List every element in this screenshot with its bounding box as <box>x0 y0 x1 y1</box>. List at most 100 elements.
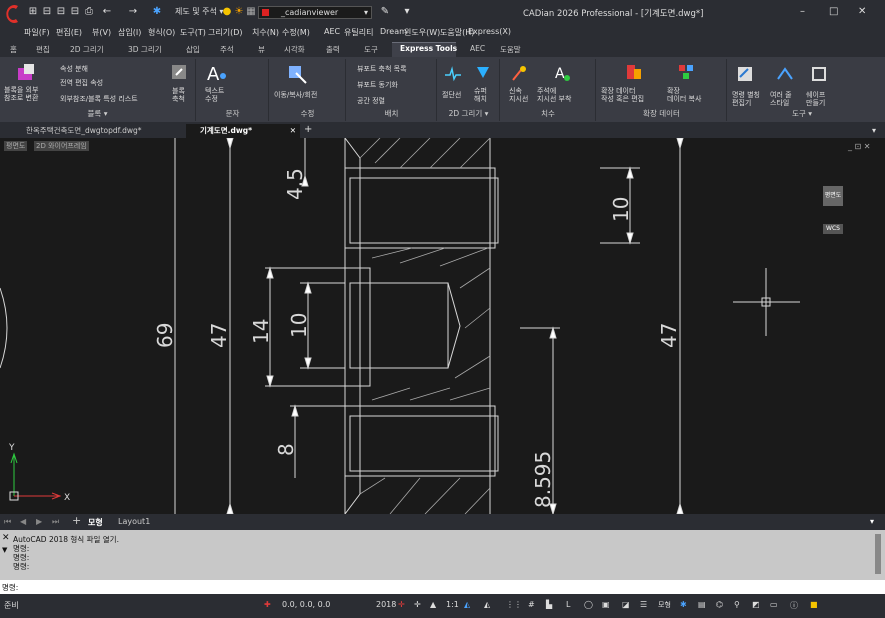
ribbon-tab[interactable]: 2D 그리기 <box>70 44 104 55</box>
ribbon-tab[interactable]: 출력 <box>326 44 340 55</box>
annotation-icon[interactable]: ▲ <box>430 600 436 609</box>
menu-item[interactable]: 윈도우(W) <box>404 27 440 38</box>
first-layout-icon[interactable]: ⏮ <box>4 517 11 527</box>
tab-menu-icon[interactable]: ▾ <box>872 126 876 135</box>
xdata-edit-icon[interactable] <box>625 63 643 81</box>
viewport-sync-button[interactable]: 뷰포트 동기화 <box>357 81 398 89</box>
xdata-edit-button[interactable]: 확장 데이터 작성 혹은 편집 <box>601 87 644 103</box>
redo-icon[interactable]: → <box>128 6 138 17</box>
osnap-icon[interactable]: ▣ <box>602 600 610 609</box>
quick-leader-icon[interactable] <box>511 64 529 82</box>
viewcube-wcs[interactable]: WCS <box>823 224 843 234</box>
sun-icon[interactable]: ☀ <box>234 6 244 17</box>
layer-dropdown[interactable]: _cadianviewer ▾ <box>258 6 372 19</box>
block-scale-button[interactable]: 블록 축척 <box>172 87 185 103</box>
properties-icon[interactable]: ✎ <box>380 6 390 17</box>
menu-item[interactable]: 편집(E) <box>56 27 82 38</box>
close-tab-icon[interactable]: ✕ <box>290 124 296 138</box>
format-year[interactable]: 2018 <box>376 600 396 609</box>
coords-readout[interactable]: 0.0, 0.0, 0.0 <box>282 600 330 609</box>
close-cmd-icon[interactable]: ✕ <box>2 533 10 543</box>
menu-item[interactable]: 그리기(D) <box>208 27 242 38</box>
attach-xref-button[interactable]: 블록을 외부 참조로 변환 <box>4 86 38 102</box>
attach-leader-button[interactable]: 주석에 지시선 부착 <box>537 87 571 103</box>
new-icon[interactable]: ⊞ <box>28 6 38 17</box>
snap-icon[interactable]: ✛ <box>398 600 405 609</box>
undo-icon[interactable]: ← <box>102 6 112 17</box>
multiline-style-button[interactable]: 여러 줄 스타일 <box>770 91 792 107</box>
close-button[interactable]: ✕ <box>858 6 866 17</box>
last-layout-icon[interactable]: ⏭ <box>52 517 59 527</box>
super-hatch-icon[interactable] <box>474 63 492 81</box>
annot-visibility-icon[interactable]: ◭ <box>464 600 470 609</box>
menu-item[interactable]: 뷰(V) <box>92 27 111 38</box>
doc-tab-hanok[interactable]: 한옥주택건축도면_dwgtopdf.dwg* <box>12 124 156 138</box>
quick-leader-button[interactable]: 신속 지시선 <box>509 87 528 103</box>
ribbon-tab[interactable]: 편집 <box>36 44 50 55</box>
viewport-restore-icon[interactable]: _ ⊡ ✕ <box>848 142 871 151</box>
move-copy-rotate-icon[interactable] <box>286 63 308 85</box>
workspace-icon[interactable]: ▤ <box>698 600 706 609</box>
explode-attr-button[interactable]: 속성 분해 <box>60 65 88 73</box>
model-tab[interactable]: 모형 <box>88 517 103 528</box>
isolate-icon[interactable]: ⌬ <box>716 600 723 609</box>
ortho-icon[interactable]: L <box>566 600 570 609</box>
crosshair-icon[interactable]: ✛ <box>414 600 421 609</box>
ribbon-tab[interactable]: AEC <box>470 44 485 53</box>
print-icon[interactable]: ⎙ <box>84 6 94 17</box>
layout-icon[interactable]: ▭ <box>770 600 778 609</box>
move-copy-rotate-button[interactable]: 이동/복사/회전 <box>274 91 317 99</box>
break-line-icon[interactable] <box>444 65 462 83</box>
cmd-menu-icon[interactable]: ▼ <box>2 546 7 554</box>
menu-item[interactable]: Express(X) <box>468 27 511 36</box>
prev-layout-icon[interactable]: ◀ <box>20 517 26 526</box>
ribbon-tab[interactable]: 뷰 <box>258 44 265 55</box>
lineweight-icon[interactable]: ☰ <box>640 600 647 609</box>
space-align-button[interactable]: 공간 정렬 <box>357 97 385 105</box>
settings-gear-icon[interactable]: ✱ <box>680 600 687 609</box>
xref-convert-icon[interactable] <box>16 62 38 84</box>
break-line-button[interactable]: 절단선 <box>442 91 461 99</box>
minimize-button[interactable]: – <box>800 6 805 17</box>
doc-tab-mechanical[interactable]: 기계도면.dwg* ✕ <box>186 124 300 138</box>
grid-icon[interactable]: ⋮⋮ <box>506 600 522 609</box>
otrack-icon[interactable]: ◪ <box>622 600 630 609</box>
ribbon-tab[interactable]: 3D 그리기 <box>128 44 162 55</box>
menu-item[interactable]: 도구(T) <box>180 27 206 38</box>
ribbon-tab[interactable]: 도움말 <box>500 44 521 55</box>
menu-item[interactable]: AEC <box>324 27 340 36</box>
cadian-logo-icon[interactable] <box>4 4 22 24</box>
polar-icon[interactable]: ◯ <box>584 600 593 609</box>
menu-item[interactable]: 치수(N) <box>252 27 279 38</box>
ribbon-tab[interactable]: 삽입 <box>186 44 200 55</box>
block-scale-icon[interactable] <box>170 63 188 81</box>
lightbulb-icon[interactable]: ● <box>222 6 232 17</box>
cmd-alias-icon[interactable] <box>736 65 754 83</box>
ortho-grid-icon[interactable]: # <box>528 600 535 609</box>
drawing-canvas[interactable]: 평면도 2D 와이어프레임 4.5 69 47 14 10 8 8.595 10… <box>0 138 885 514</box>
open-icon[interactable]: ⊟ <box>42 6 52 17</box>
freeze-icon[interactable]: ▦ <box>246 6 256 17</box>
xdata-copy-icon[interactable] <box>677 63 695 81</box>
menu-item[interactable]: Dream <box>380 27 407 36</box>
notification-icon[interactable]: ■ <box>810 600 818 609</box>
add-layout-icon[interactable]: + <box>72 514 81 527</box>
clean-screen-icon[interactable]: ◩ <box>752 600 760 609</box>
hardware-accel-icon[interactable]: ⚲ <box>734 600 740 609</box>
viewport-scale-button[interactable]: 뷰포트 축척 목록 <box>357 65 407 73</box>
viewcube-top[interactable]: 평면도 <box>823 186 843 206</box>
ribbon-tab[interactable]: 홈 <box>10 44 17 55</box>
ribbon-tab[interactable]: 주석 <box>220 44 234 55</box>
saveas-icon[interactable]: ⊟ <box>70 6 80 17</box>
menu-item[interactable]: 파일(F) <box>24 27 50 38</box>
multiline-style-icon[interactable] <box>776 65 794 83</box>
menu-item[interactable]: 삽입(I) <box>118 27 141 38</box>
menu-item[interactable]: 형식(O) <box>148 27 175 38</box>
text-modify-button[interactable]: 텍스트 수정 <box>205 87 224 103</box>
info-icon[interactable]: ⓘ <box>790 600 798 611</box>
menu-item[interactable]: 수정(M) <box>282 27 310 38</box>
xref-list-button[interactable]: 외부참조/블록 특성 리스트 <box>60 95 138 103</box>
ribbon-tab[interactable]: Express Tools <box>400 44 457 53</box>
dynamic-ucs-icon[interactable]: ▙ <box>546 600 552 609</box>
ribbon-tab[interactable]: 시각화 <box>284 44 305 55</box>
